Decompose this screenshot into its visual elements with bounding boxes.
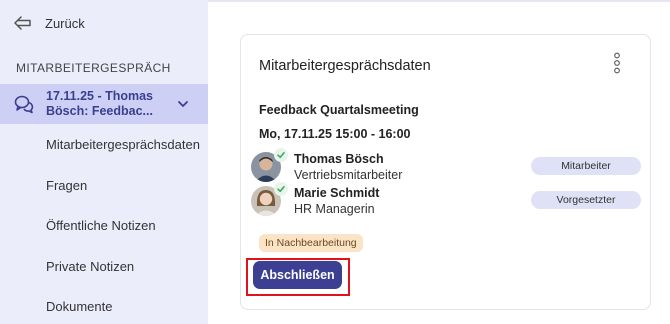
chat-bubbles-icon	[14, 95, 34, 114]
chevron-down-icon[interactable]	[177, 98, 189, 110]
participant-name: Marie Schmidt	[294, 186, 380, 200]
top-divider	[208, 0, 670, 2]
active-meeting-line1: 17.11.25 - Thomas	[46, 89, 154, 103]
sidebar-item-active-meeting[interactable]: 17.11.25 - Thomas Bösch: Feedbac...	[0, 84, 208, 124]
active-meeting-line2: Bösch: Feedbac...	[46, 104, 153, 118]
check-icon	[274, 182, 288, 196]
participant-position: Vertriebsmitarbeiter	[294, 168, 403, 182]
role-badge: Mitarbeiter	[531, 157, 641, 175]
status-badge: In Nachbearbeitung	[259, 234, 363, 252]
sidebar-item-private-notes[interactable]: Private Notizen	[46, 259, 134, 274]
sidebar: Zurück MITARBEITERGESPRÄCH 17.11.25 - Th…	[0, 0, 208, 324]
arrow-left-icon	[14, 16, 31, 30]
back-label: Zurück	[45, 15, 85, 31]
sidebar-item-public-notes[interactable]: Öffentliche Notizen	[46, 218, 156, 233]
sidebar-item-questions[interactable]: Fragen	[46, 178, 87, 193]
section-title: MITARBEITERGESPRÄCH	[16, 61, 171, 75]
participant-name: Thomas Bösch	[294, 152, 384, 166]
back-link[interactable]: Zurück	[14, 12, 85, 34]
active-meeting-label: 17.11.25 - Thomas Bösch: Feedbac...	[46, 89, 166, 119]
check-icon	[274, 148, 288, 162]
meeting-date: Mo, 17.11.25 15:00 - 16:00	[259, 127, 411, 141]
sidebar-item-meeting-data[interactable]: Mitarbeitergesprächsdaten	[46, 137, 200, 152]
card-title: Mitarbeitergesprächsdaten	[259, 58, 431, 74]
participant-position: HR Managerin	[294, 202, 375, 216]
kebab-menu-icon[interactable]	[611, 52, 623, 74]
participant-row: Thomas Bösch Vertriebsmitarbeiter Mitarb…	[251, 148, 646, 186]
participant-row: Marie Schmidt HR Managerin Vorgesetzter	[251, 182, 646, 220]
role-badge: Vorgesetzter	[531, 191, 641, 209]
sidebar-item-documents[interactable]: Dokumente	[46, 299, 112, 314]
meeting-name: Feedback Quartalsmeeting	[259, 103, 419, 117]
finish-button[interactable]: Abschließen	[253, 261, 342, 289]
